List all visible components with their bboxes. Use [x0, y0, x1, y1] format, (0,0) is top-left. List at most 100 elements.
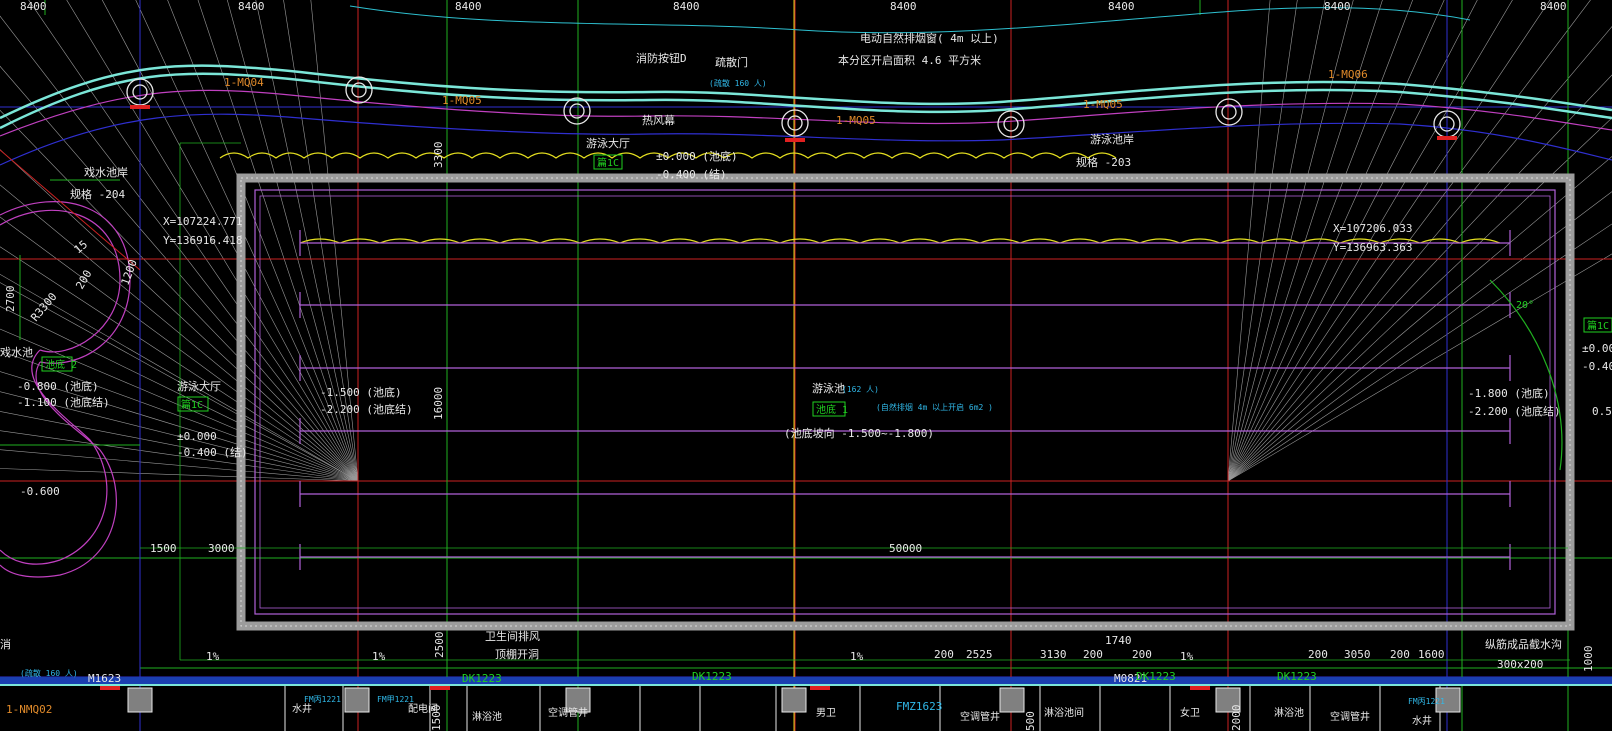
- dim-500: 500: [1024, 711, 1037, 731]
- dk-label-4: DK1223: [1277, 670, 1317, 683]
- room-label: 淋浴池: [1274, 706, 1304, 719]
- slope-pct-3: 1%: [850, 650, 864, 663]
- slope-pct: 1%: [206, 650, 220, 663]
- dim-1500: 1500: [150, 542, 177, 555]
- mq06-label: 1-MQ06: [1328, 68, 1368, 81]
- room-label: 空调管井: [548, 706, 588, 719]
- left-pool-note: 规格 -204: [70, 187, 125, 201]
- pool-left-level-2: -2.200 (池底结): [320, 402, 413, 416]
- angle-label: 20°: [1516, 300, 1534, 311]
- bottom-dim: 3130: [1040, 648, 1067, 661]
- pool-right-level-2: -2.200 (池底结): [1468, 404, 1561, 418]
- pool-note: (自然排烟 4m 以上开启 6m2 ): [876, 402, 993, 412]
- bottom-dim: 3050: [1344, 648, 1371, 661]
- left-pool-label: 戏水池岸: [84, 166, 128, 179]
- room-label: 配电间: [408, 702, 438, 715]
- dim-10000: 1000: [1582, 646, 1595, 673]
- room-label: 水井: [292, 702, 312, 715]
- m1623-label: M1623: [88, 672, 121, 685]
- kid-level-1: -0.800 (池底): [17, 379, 99, 393]
- dim-3000: 3000: [208, 542, 235, 555]
- bottom-dim: 1600: [1418, 648, 1445, 661]
- door-label: 疏散门: [715, 55, 748, 69]
- right-level-3: 0.52: [1592, 405, 1612, 418]
- door-left-sub: (疏散 160 人): [20, 668, 78, 678]
- hall-top-tag: 篇1C: [597, 156, 619, 169]
- axis-dim: 8400: [20, 0, 47, 13]
- room-label: 水井: [1412, 714, 1432, 727]
- level-neg-06: -0.600: [20, 485, 60, 498]
- dk-label-1: DK1223: [462, 672, 502, 685]
- dk-label-3: DK1223: [1136, 670, 1176, 683]
- dim-16000: 16000: [432, 387, 445, 420]
- title-line-1: 电动自然排烟窗( 4m 以上): [860, 31, 999, 45]
- hall-left-label: 游泳大厅: [177, 379, 221, 393]
- cad-drawing: 8400 8400 8400 8400 8400 8400 8400 8400 …: [0, 0, 1612, 731]
- axis-dim: 8400: [455, 0, 482, 13]
- fmz-label: FMZ1623: [896, 700, 942, 713]
- pool-tag: 池底 1: [816, 403, 848, 416]
- room-label: 淋浴池: [472, 710, 502, 723]
- bottom-dim: 200: [1083, 648, 1103, 661]
- pool-slope: (池底坡向 -1.500~-1.800): [784, 426, 934, 440]
- hall-left-level-2: -0.400 (结): [177, 446, 248, 459]
- pool-left-level-1: -1.500 (池底): [320, 385, 402, 399]
- bottom-dim: 200: [1308, 648, 1328, 661]
- room-label: 女卫: [1180, 706, 1200, 719]
- mq05-label-3: 1-MQ05: [1083, 98, 1123, 111]
- axis-dim: 8400: [1324, 0, 1351, 13]
- door-sub: (疏散 160 人): [709, 78, 767, 88]
- bottom-dim: 200: [934, 648, 954, 661]
- level-top-1: ±0.000 (池底): [656, 149, 738, 163]
- room-label: 空调管井: [1330, 710, 1370, 723]
- mq05-label-2: 1-MQ05: [836, 114, 876, 127]
- pool-name-sub: (162 人): [842, 385, 879, 394]
- hall-left-level-1: ±0.000: [177, 430, 217, 443]
- fire-button-label: 消防按钮D: [636, 51, 687, 65]
- dim-3300: 3300: [432, 142, 445, 169]
- fm3-label: FM丙1221: [1408, 697, 1445, 706]
- hot-air-label: 热风幕: [642, 113, 675, 127]
- dim-2000: 2000: [1230, 705, 1243, 731]
- room-label: 空调管井: [960, 710, 1000, 723]
- note-top-right: 纵筋成品截水沟: [1485, 637, 1562, 651]
- pool-name: 游泳池: [812, 381, 845, 395]
- axis-dim: 8400: [890, 0, 917, 13]
- bottom-dim: 200: [1390, 648, 1410, 661]
- room-label: 男卫: [816, 707, 836, 719]
- fm2-label: FM甲1221: [377, 695, 414, 704]
- coord-right-y: Y=136963.363: [1333, 241, 1412, 254]
- mq04-label: 1-MQ04: [224, 76, 264, 89]
- slope-pct-4: 1%: [1180, 650, 1194, 663]
- kid-tag: 池底 2: [45, 358, 77, 371]
- dk-label-2: DK1223: [692, 670, 732, 683]
- sanitary-sub: 顶棚开洞: [495, 647, 539, 661]
- axis-dim: 8400: [1540, 0, 1567, 13]
- dim-300x200: 300x200: [1497, 658, 1543, 671]
- coord-left-y: Y=136916.418: [163, 234, 242, 247]
- room-label: 淋浴池间: [1044, 706, 1084, 719]
- axis-dim: 8400: [673, 0, 700, 13]
- coord-right-x: X=107206.033: [1333, 222, 1412, 235]
- fm1-label: FM丙1221: [304, 695, 341, 704]
- slope-pct-2: 1%: [372, 650, 386, 663]
- nmq02-label: 1-NMQ02: [6, 703, 52, 716]
- kid-level-2: -1.100 (池底结): [17, 395, 110, 409]
- level-top-2: -0.400 (结): [656, 168, 727, 181]
- bottom-dim: 2525: [966, 648, 993, 661]
- mq05-label: 1-MQ05: [442, 94, 482, 107]
- dim-50000: 50000: [889, 542, 922, 555]
- bottom-dim: 1740: [1105, 634, 1132, 647]
- kid-pool-label: 戏水池: [0, 346, 33, 359]
- right-tag: 篇1C: [1587, 319, 1609, 332]
- axis-dim: 8400: [238, 0, 265, 13]
- dim-2700: 2700: [4, 286, 17, 313]
- hall-top-label: 游泳大厅: [586, 136, 630, 150]
- axis-dim: 8400: [1108, 0, 1135, 13]
- dim-2500: 2500: [433, 632, 446, 659]
- right-level-2: -0.400: [1582, 360, 1612, 373]
- hall-left-tag: 篇1C: [181, 398, 203, 411]
- right-level-1: ±0.000: [1582, 342, 1612, 355]
- pool-right-level-1: -1.800 (池底): [1468, 386, 1550, 400]
- left-edge: 消: [0, 637, 11, 651]
